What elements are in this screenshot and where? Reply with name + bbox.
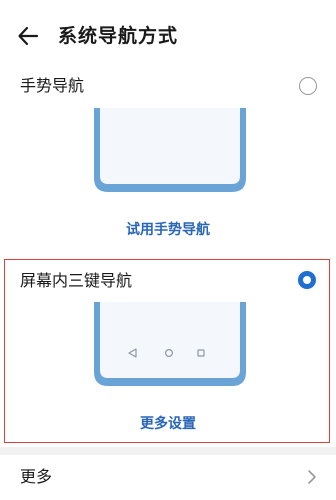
section-divider (0, 447, 336, 455)
option-label: 手势导航 (20, 76, 85, 95)
option-label: 屏幕内三键导航 (20, 271, 133, 290)
radio-gesture-nav[interactable] (299, 77, 317, 95)
gesture-nav-illustration (94, 108, 246, 192)
more-row[interactable]: 更多 (0, 455, 336, 500)
more-settings-link[interactable]: 更多设置 (0, 414, 336, 434)
try-gesture-link[interactable]: 试用手势导航 (0, 220, 336, 240)
chevron-right-icon (308, 470, 316, 484)
more-label: 更多 (20, 467, 53, 486)
arrow-left-icon (18, 26, 39, 46)
radio-three-key-nav[interactable] (298, 271, 316, 289)
page-title: 系统导航方式 (58, 25, 179, 47)
header: 系统导航方式 (0, 0, 336, 70)
back-button[interactable] (14, 22, 42, 50)
three-key-nav-illustration (94, 302, 246, 386)
